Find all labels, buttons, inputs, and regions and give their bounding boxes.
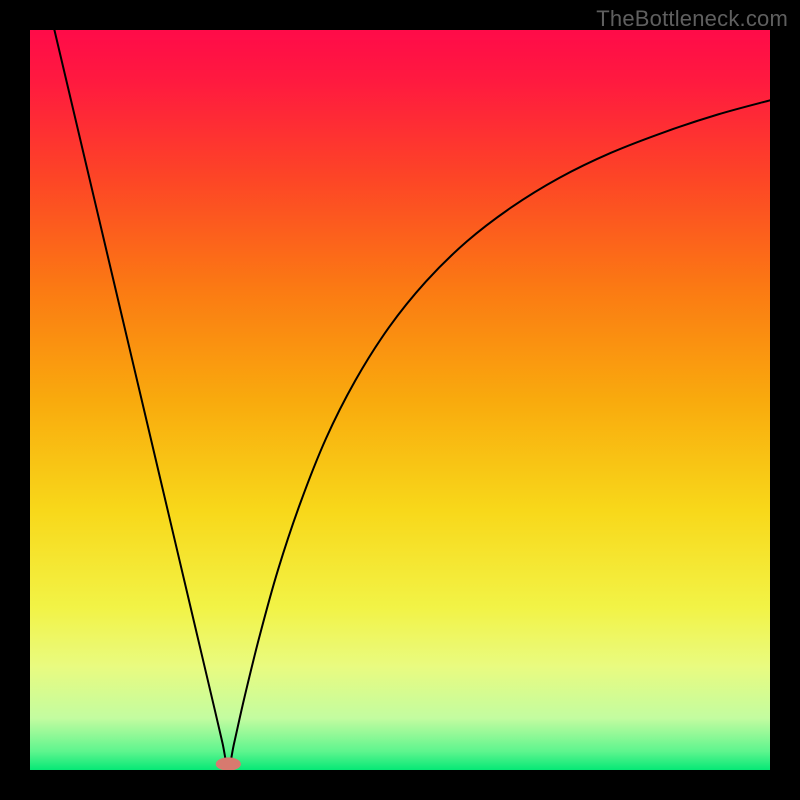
chart-svg xyxy=(30,30,770,770)
watermark-text: TheBottleneck.com xyxy=(596,6,788,32)
plot-area xyxy=(30,30,770,770)
chart-frame: TheBottleneck.com xyxy=(0,0,800,800)
